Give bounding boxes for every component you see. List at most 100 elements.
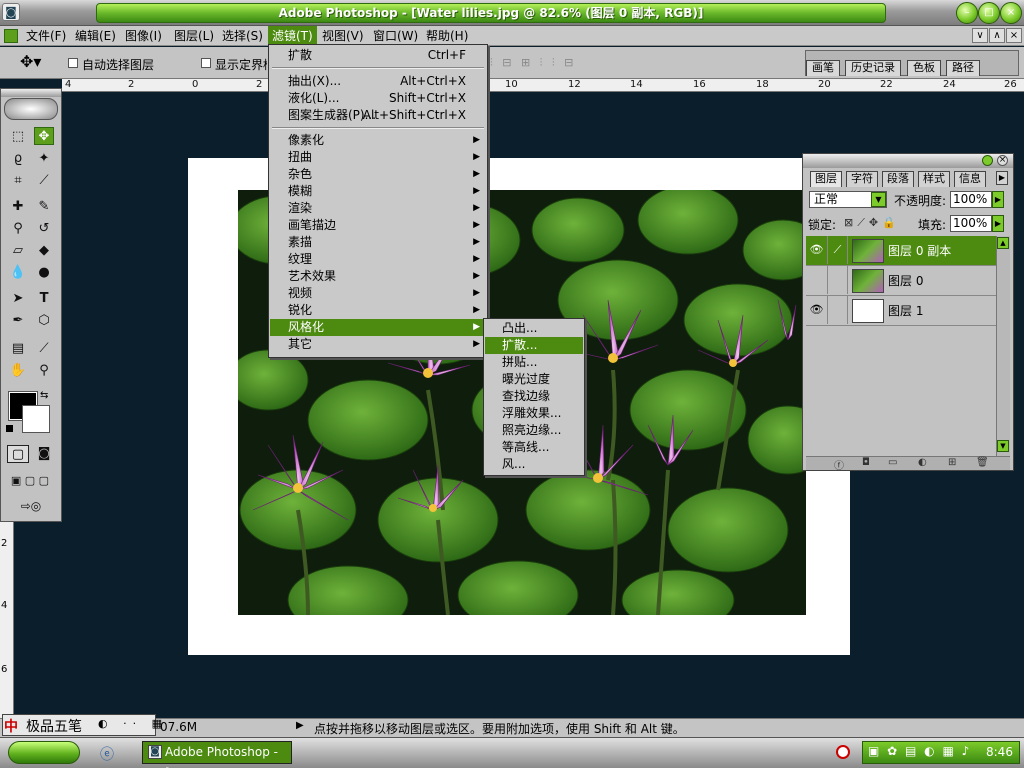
menu-item-extract[interactable]: 抽出(X)... Alt+Ctrl+X — [270, 73, 486, 90]
scroll-up-icon[interactable]: ▲ — [997, 237, 1009, 249]
clone-stamp-tool-icon[interactable]: ⚲ — [8, 220, 28, 238]
visibility-toggle[interactable] — [806, 266, 828, 294]
eye-icon[interactable]: 👁 — [806, 236, 828, 264]
status-menu-arrow-icon[interactable]: ▶ — [296, 720, 304, 731]
menu-item-distort[interactable]: 扭曲 ▶ — [270, 149, 486, 166]
screen-mode-icons[interactable]: ▣ ▢ ▢ — [4, 472, 56, 490]
trash-icon[interactable]: 🗑 — [976, 457, 989, 468]
new-set-icon[interactable]: ▭ — [888, 457, 897, 468]
paint-bucket-tool-icon[interactable]: ◆ — [34, 242, 54, 260]
lock-options-icons[interactable]: ⊠⟋✥🔒 — [844, 216, 900, 230]
marquee-tool-icon[interactable]: ⬚ — [8, 128, 28, 146]
maximize-button[interactable]: □ — [978, 2, 1000, 24]
eyedropper-tool-icon[interactable]: ⟋ — [34, 340, 54, 358]
healing-brush-tool-icon[interactable]: ✚ — [8, 198, 28, 216]
new-layer-icon[interactable]: ⊞ — [948, 457, 956, 468]
fill-field[interactable]: 100% — [950, 215, 992, 232]
adobe-online-icon[interactable] — [4, 98, 58, 120]
auto-select-checkbox[interactable] — [68, 58, 78, 68]
submenu-item-tiles[interactable]: 拼贴... — [485, 354, 583, 371]
tab-layers[interactable]: 图层 — [810, 171, 842, 187]
tab-character[interactable]: 字符 — [846, 171, 878, 187]
opacity-slider-arrow-icon[interactable]: ▶ — [992, 191, 1004, 208]
ime-mode-icons[interactable]: ◐ ·· ▦ — [98, 717, 168, 730]
menu-item-brush-strokes[interactable]: 画笔描边 ▶ — [270, 217, 486, 234]
menu-item-pixelate[interactable]: 像素化 ▶ — [270, 132, 486, 149]
palette-minimize-icon[interactable] — [982, 155, 993, 166]
tray-icons[interactable]: ▣ ✿ ▤ ◐ ▦ ♪ — [868, 744, 971, 758]
submenu-item-extrude[interactable]: 凸出... — [485, 320, 583, 337]
jump-to-imageready-icon[interactable]: ⇨◎ — [6, 497, 56, 515]
palette-close-icon[interactable]: × — [997, 155, 1008, 166]
internet-explorer-icon[interactable]: ⓔ — [100, 744, 114, 764]
menu-item-render[interactable]: 渲染 ▶ — [270, 200, 486, 217]
menu-item-other[interactable]: 其它 ▶ — [270, 336, 486, 353]
palette-menu-arrow-icon[interactable]: ▶ — [996, 171, 1008, 185]
dodge-tool-icon[interactable]: ● — [34, 264, 54, 282]
taskbar-photoshop-button[interactable]: Adobe Photoshop - [... — [142, 741, 292, 768]
menu-image[interactable]: 图像(I) — [121, 26, 166, 46]
tab-paragraph[interactable]: 段落 — [882, 171, 914, 187]
crop-tool-icon[interactable]: ⌗ — [8, 172, 28, 190]
menu-item-pattern-maker[interactable]: 图案生成器(P)... Alt+Shift+Ctrl+X — [270, 107, 486, 124]
close-button[interactable]: × — [1000, 2, 1022, 24]
tab-paths[interactable]: 路径 — [946, 60, 980, 76]
menu-item-video[interactable]: 视频 ▶ — [270, 285, 486, 302]
menu-edit[interactable]: 编辑(E) — [71, 26, 120, 46]
blur-tool-icon[interactable]: 💧 — [8, 264, 28, 282]
zoom-tool-icon[interactable]: ⚲ — [34, 362, 54, 380]
document-icon[interactable] — [4, 29, 18, 43]
scroll-down-icon[interactable]: ▼ — [997, 440, 1009, 452]
brush-tool-icon[interactable]: ✎ — [34, 198, 54, 216]
slice-tool-icon[interactable]: ⟋ — [34, 172, 54, 190]
submenu-item-glowing-edges[interactable]: 照亮边缘... — [485, 422, 583, 439]
tab-history[interactable]: 历史记录 — [845, 60, 901, 76]
swap-colors-icon[interactable]: ⇆ — [40, 390, 48, 401]
type-tool-icon[interactable]: T — [34, 290, 54, 308]
menu-item-last-filter[interactable]: 扩散 Ctrl+F — [270, 47, 486, 64]
background-color-swatch[interactable] — [22, 405, 50, 433]
move-tool-preset-icon[interactable]: ✥▾ — [20, 52, 41, 71]
hand-tool-icon[interactable]: ✋ — [8, 362, 28, 380]
menu-window[interactable]: 窗口(W) — [369, 26, 422, 46]
submenu-item-trace-contour[interactable]: 等高线... — [485, 439, 583, 456]
menu-item-liquify[interactable]: 液化(L)... Shift+Ctrl+X — [270, 90, 486, 107]
quick-mask-mode-icon[interactable]: ◙ — [34, 445, 54, 463]
fill-slider-arrow-icon[interactable]: ▶ — [992, 215, 1004, 232]
layer-mask-icon[interactable]: ◘ — [862, 457, 870, 468]
magic-wand-tool-icon[interactable]: ✦ — [34, 150, 54, 168]
menu-item-artistic[interactable]: 艺术效果 ▶ — [270, 268, 486, 285]
menu-item-noise[interactable]: 杂色 ▶ — [270, 166, 486, 183]
brush-link-icon[interactable]: ⟋ — [828, 236, 848, 264]
eraser-tool-icon[interactable]: ▱ — [8, 242, 28, 260]
tab-styles[interactable]: 样式 — [918, 171, 950, 187]
submenu-item-diffuse[interactable]: 扩散... — [485, 337, 583, 354]
submenu-item-find-edges[interactable]: 查找边缘 — [485, 388, 583, 405]
doc-restore-button[interactable]: ∧ — [989, 28, 1005, 43]
default-colors-icon[interactable] — [6, 425, 13, 432]
doc-close-button[interactable]: × — [1006, 28, 1022, 43]
layers-scrollbar[interactable] — [996, 236, 1010, 456]
history-brush-tool-icon[interactable]: ↺ — [34, 220, 54, 238]
link-toggle[interactable] — [828, 296, 848, 324]
menu-view[interactable]: 视图(V) — [318, 26, 368, 46]
menu-item-stylize[interactable]: 风格化 ▶ — [270, 319, 486, 336]
submenu-item-solarize[interactable]: 曝光过度 — [485, 371, 583, 388]
menu-filter[interactable]: 滤镜(T) — [268, 26, 317, 46]
eye-icon[interactable]: 👁 — [806, 296, 828, 324]
tab-swatches[interactable]: 色板 — [907, 60, 941, 76]
menu-file[interactable]: 文件(F) — [22, 26, 70, 46]
show-bounds-checkbox[interactable] — [201, 58, 211, 68]
menu-item-texture[interactable]: 纹理 ▶ — [270, 251, 486, 268]
move-tool-icon[interactable]: ✥ — [34, 127, 54, 145]
menu-item-sketch[interactable]: 素描 ▶ — [270, 234, 486, 251]
chevron-down-icon[interactable]: ▼ — [871, 192, 886, 207]
layer-row-1[interactable]: 👁 图层 1 — [806, 296, 996, 326]
menu-help[interactable]: 帮助(H) — [422, 26, 472, 46]
lasso-tool-icon[interactable]: ϱ — [8, 150, 28, 168]
adjustment-layer-icon[interactable]: ◐ — [918, 457, 927, 468]
notes-tool-icon[interactable]: ▤ — [8, 340, 28, 358]
shape-tool-icon[interactable]: ⬡ — [34, 312, 54, 330]
layer-row-0-copy[interactable]: 👁 ⟋ 图层 0 副本 — [806, 236, 996, 266]
align-buttons-icon[interactable]: ⫶ ⊟ ⊞ ⫶ ⫶ ⊟ — [490, 56, 576, 70]
